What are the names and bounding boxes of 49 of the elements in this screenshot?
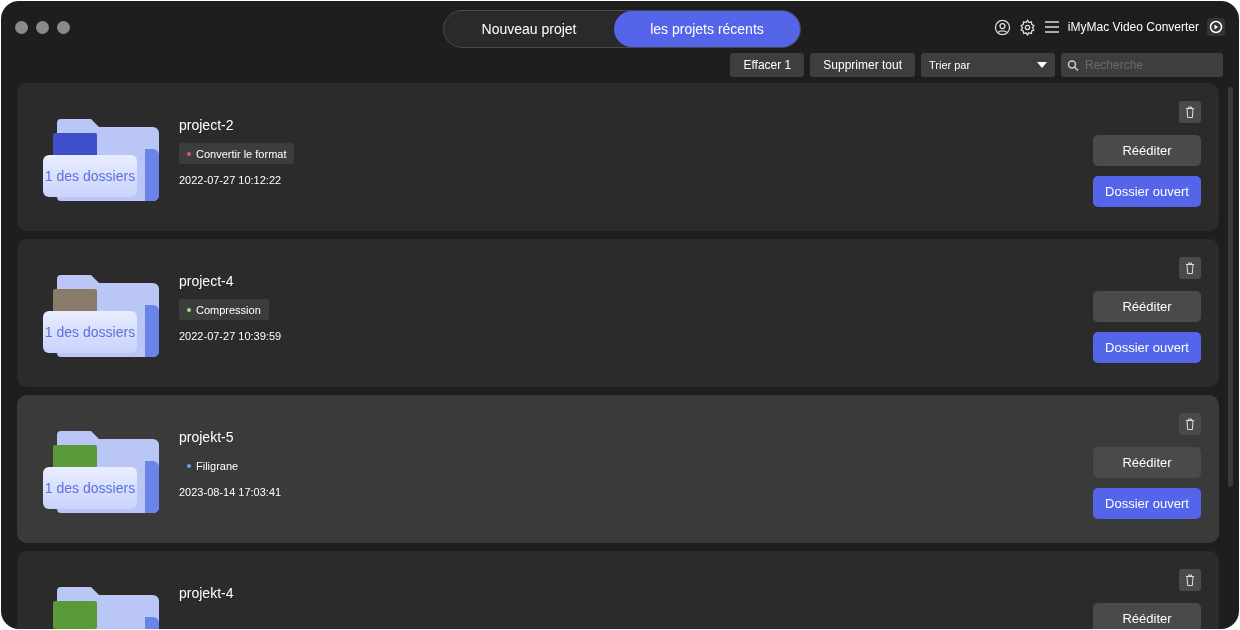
delete-button[interactable] (1179, 413, 1201, 435)
dropdown-caret-icon (1037, 62, 1047, 68)
delete-button[interactable] (1179, 101, 1201, 123)
project-name: project-2 (179, 117, 234, 133)
open-folder-button[interactable]: Dossier ouvert (1093, 332, 1201, 363)
project-card[interactable]: projekt-4 Rééditer (17, 551, 1219, 629)
reedit-button[interactable]: Rééditer (1093, 447, 1201, 478)
open-folder-button[interactable]: Dossier ouvert (1093, 176, 1201, 207)
project-name: projekt-5 (179, 429, 234, 445)
tab[interactable]: Nouveau projet (444, 11, 614, 47)
project-name: project-4 (179, 273, 234, 289)
tag-label: Compression (196, 303, 261, 316)
project-card[interactable]: 1 des dossiers project-2 Convertir le format 2022-07-27 10:12:22 Rééditer Dossier ouvert (17, 83, 1219, 231)
sort-dropdown[interactable]: Trier par (921, 53, 1055, 77)
trash-icon (1185, 418, 1195, 430)
window-control[interactable] (57, 20, 70, 34)
tag-label: Filigrane (196, 459, 239, 472)
search-icon (1067, 58, 1079, 72)
trash-icon (1185, 574, 1195, 586)
reedit-button[interactable]: Rééditer (1093, 291, 1201, 322)
project-card[interactable]: 1 des dossiers projekt-5 Filigrane 2023-08-14 17:03:41 Rééditer Dossier ouvert (17, 395, 1219, 543)
project-name: projekt-4 (179, 585, 234, 601)
window-control[interactable] (36, 20, 49, 34)
project-date: 2023-08-14 17:03:41 (179, 486, 282, 498)
trash-icon (1185, 106, 1195, 118)
trash-icon (1185, 262, 1195, 274)
tag-label: Convertir le format (196, 147, 287, 160)
reedit-button[interactable]: Rééditer (1093, 603, 1201, 629)
delete-button[interactable] (1179, 569, 1201, 591)
open-folder-button[interactable]: Dossier ouvert (1093, 488, 1201, 519)
play-logo-icon (1207, 18, 1225, 36)
menu-icon[interactable] (1043, 20, 1060, 34)
thumbnail-placeholder (53, 601, 97, 629)
folder-label: 1 des dossiers (43, 311, 137, 353)
window-control[interactable] (15, 20, 28, 34)
folder-label: 1 des dossiers (43, 155, 137, 197)
user-icon[interactable] (993, 18, 1011, 36)
scrollbar[interactable] (1228, 87, 1233, 487)
delete-button[interactable] (1179, 257, 1201, 279)
folder-label: 1 des dossiers (43, 467, 137, 509)
settings-icon[interactable] (1018, 18, 1036, 36)
delete-all-button[interactable]: Supprimer tout (810, 53, 915, 77)
project-date: 2022-07-27 10:12:22 (179, 174, 282, 186)
project-date: 2022-07-27 10:39:59 (179, 330, 282, 342)
project-card[interactable]: 1 des dossiers project-4 Compression 2022-07-27 10:39:59 Rééditer Dossier ouvert (17, 239, 1219, 387)
clear-button[interactable]: Effacer 1 (730, 53, 805, 77)
reedit-button[interactable]: Rééditer (1093, 135, 1201, 166)
app-title: iMyMac Video Converter (1067, 20, 1199, 34)
tab[interactable]: les projets récents (614, 11, 800, 47)
